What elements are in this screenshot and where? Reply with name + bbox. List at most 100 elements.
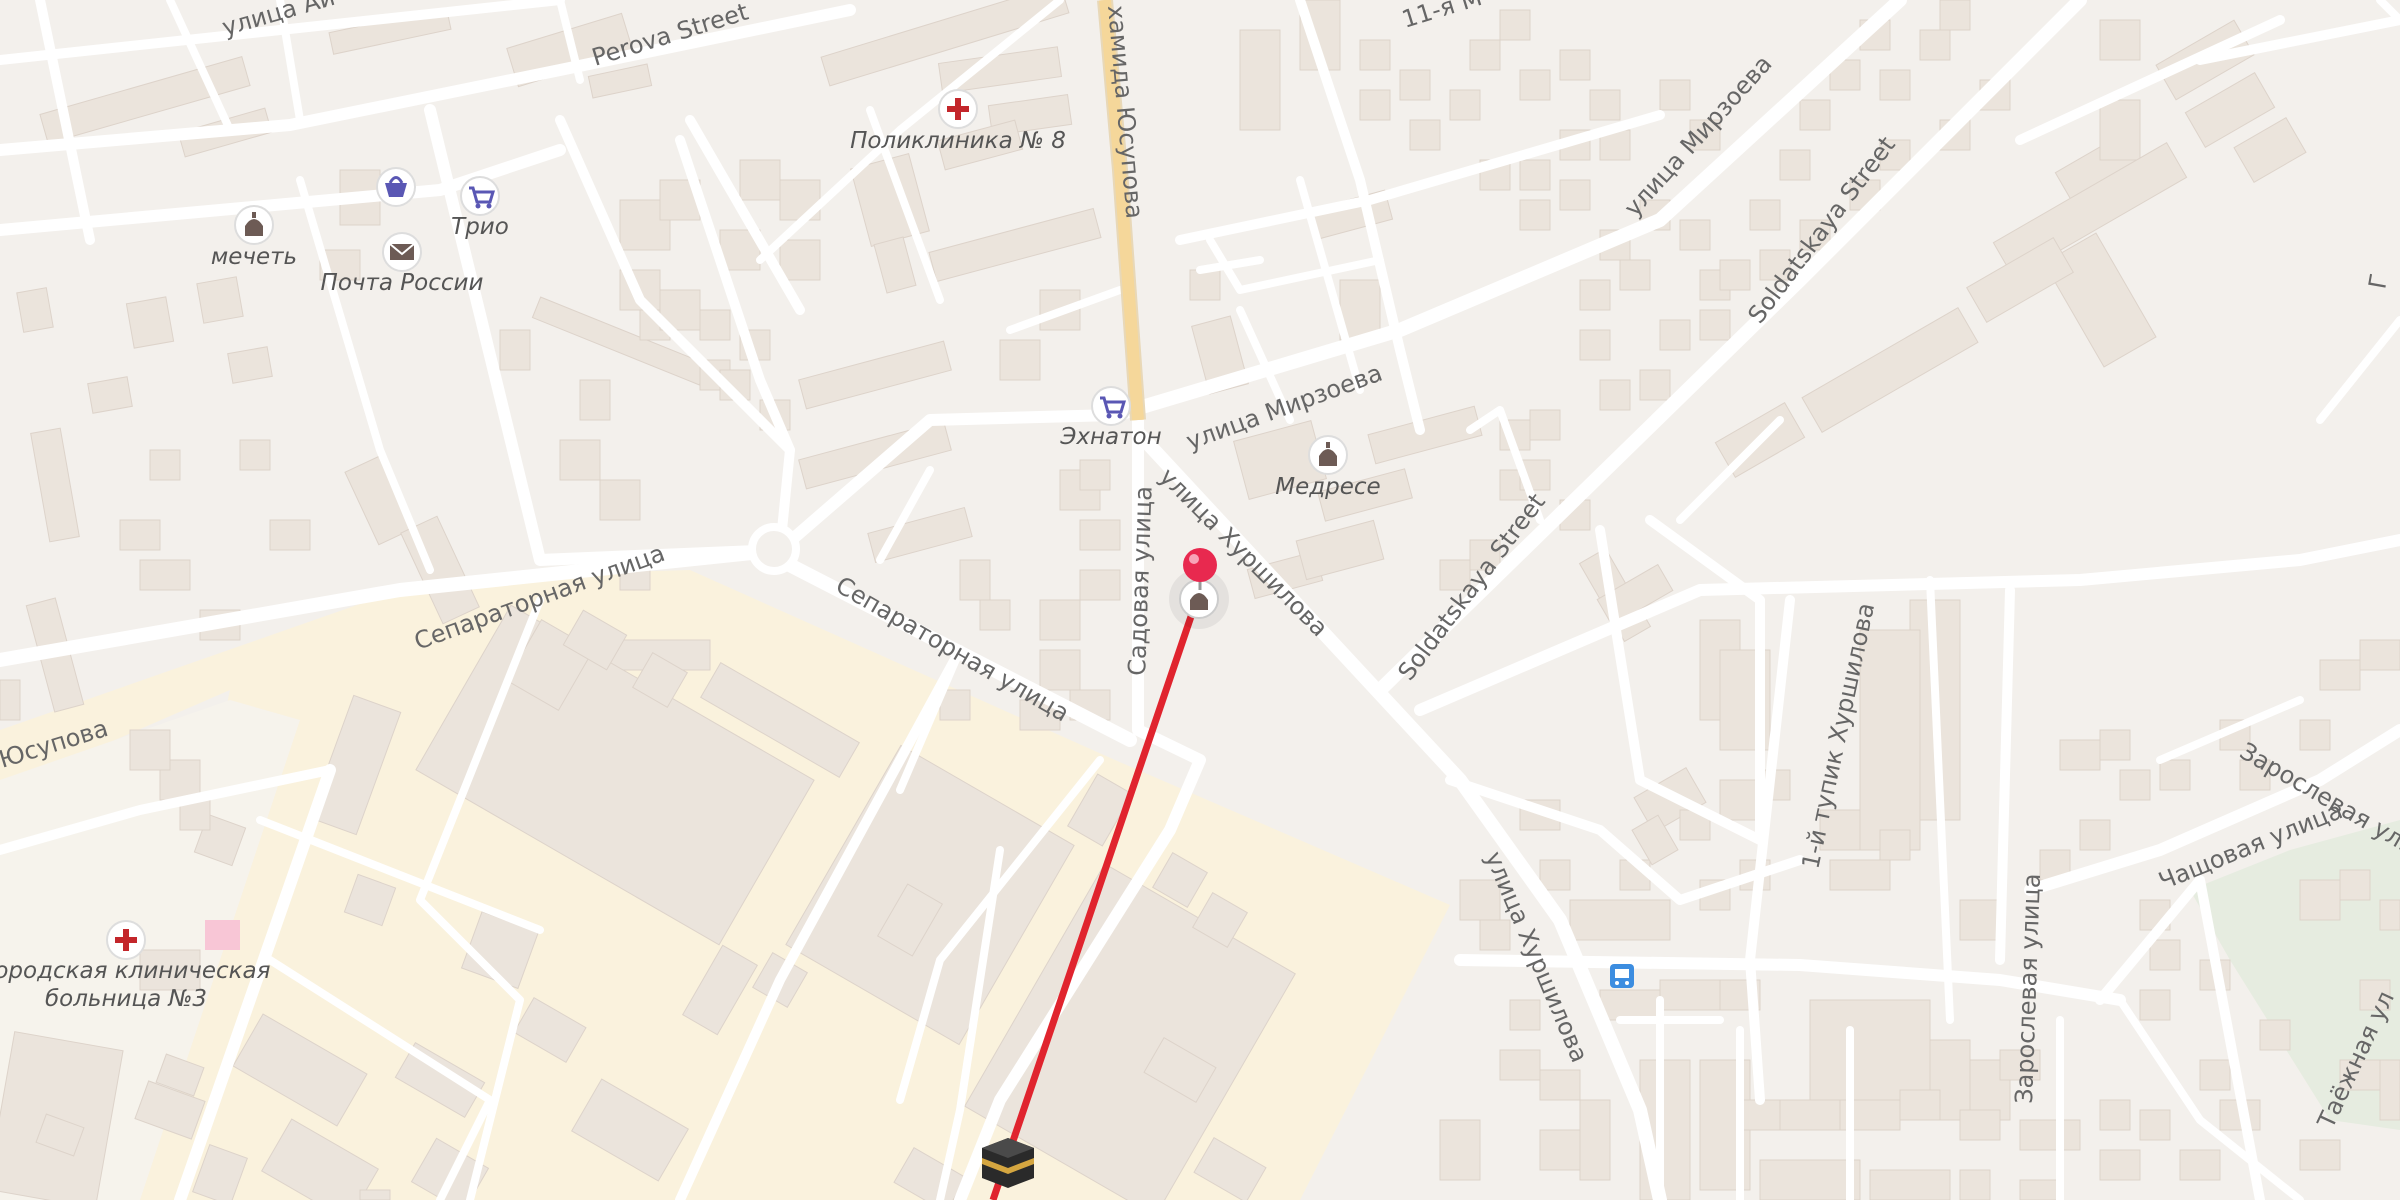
building: [1469, 39, 1501, 71]
kaaba-marker[interactable]: [982, 1138, 1034, 1188]
building: [1039, 599, 1081, 641]
building: [1559, 49, 1591, 81]
poi-label: Поликлиника № 8: [850, 128, 1066, 154]
building: [1899, 1089, 1941, 1121]
building: [2319, 659, 2361, 691]
building: [1959, 1169, 1991, 1200]
building: [1079, 459, 1111, 491]
mosque-icon: [1308, 435, 1348, 475]
building: [2159, 759, 2191, 791]
building: [2119, 769, 2151, 801]
building: [1719, 779, 1761, 821]
poi-label: мечеть: [211, 244, 297, 270]
building: [1449, 89, 1481, 121]
building: [599, 479, 641, 521]
poi-label: Эхнатон: [1059, 424, 1161, 450]
bus-stop[interactable]: [1610, 964, 1634, 988]
poi-label: Медресе: [1275, 474, 1380, 500]
building: [2099, 99, 2141, 161]
building: [1859, 629, 1921, 851]
shopping-cart-icon: [1091, 386, 1131, 426]
building: [1719, 259, 1751, 291]
building: [1039, 649, 1081, 691]
building: [959, 559, 991, 601]
building: [559, 439, 601, 481]
building: [699, 309, 731, 341]
pink-zone: [205, 920, 240, 950]
building: [1239, 29, 1281, 131]
building: [16, 287, 54, 333]
building: [1639, 369, 1671, 401]
building: [1579, 279, 1611, 311]
building: [1599, 989, 1661, 1021]
building: [1499, 1049, 1541, 1081]
building: [1509, 999, 1541, 1031]
building: [1529, 409, 1561, 441]
shopping-cart-icon: [460, 176, 500, 216]
building: [1799, 99, 1831, 131]
building: [1919, 29, 1951, 61]
building: [1879, 829, 1911, 861]
building: [2299, 719, 2331, 751]
building: [227, 346, 273, 384]
building: [499, 329, 531, 371]
building: [779, 239, 821, 281]
medical-cross-icon: [938, 89, 978, 129]
map-canvas[interactable]: улица Ай Perova Street хамида Юсупова 11…: [0, 0, 2400, 1200]
building: [1659, 979, 1721, 1011]
building: [2149, 939, 2181, 971]
building: [1679, 219, 1711, 251]
building: [1409, 119, 1441, 151]
building: [2099, 729, 2131, 761]
building: [1869, 1169, 1951, 1200]
building: [0, 679, 21, 721]
building: [139, 559, 191, 591]
building: [1749, 199, 1781, 231]
building: [2139, 989, 2171, 1021]
building: [999, 339, 1041, 381]
building: [2099, 19, 2141, 61]
building: [129, 729, 171, 771]
building: [2379, 899, 2400, 931]
building: [1189, 269, 1221, 301]
building: [1939, 0, 1971, 31]
building: [1699, 309, 1731, 341]
building: [1959, 899, 2001, 941]
building: [1619, 259, 1651, 291]
medical-cross-icon: [106, 920, 146, 960]
bus-stop-icon: [1610, 964, 1634, 988]
building: [149, 449, 181, 481]
building: [2359, 639, 2400, 671]
poi-label: Трио: [451, 214, 509, 240]
building: [1759, 1159, 1861, 1200]
building: [1499, 9, 1531, 41]
poi-shop-basket[interactable]: [376, 167, 416, 207]
building: [2019, 1119, 2081, 1151]
shopping-basket-icon: [376, 167, 416, 207]
building: [1079, 569, 1121, 601]
building: [1519, 69, 1551, 101]
building: [87, 376, 133, 414]
building: [2339, 869, 2371, 901]
building: [2179, 1149, 2221, 1181]
poi-label: Городская клиническая: [0, 958, 271, 984]
building: [2199, 1059, 2231, 1091]
building: [1779, 1099, 1841, 1131]
building: [1779, 149, 1811, 181]
building: [196, 276, 244, 324]
building: [2139, 1109, 2171, 1141]
building: [579, 379, 611, 421]
map-view[interactable]: улица Ай Perova Street хамида Юсупова 11…: [0, 0, 2400, 1200]
building: [2099, 1149, 2141, 1181]
building: [1599, 379, 1631, 411]
building: [739, 159, 781, 201]
building: [1359, 89, 1391, 121]
building: [1539, 859, 1571, 891]
building: [269, 519, 311, 551]
building: [1959, 1109, 2001, 1141]
building: [239, 439, 271, 471]
roundabout: [748, 523, 800, 575]
building: [1809, 999, 1931, 1101]
building: [2099, 1099, 2131, 1131]
building: [1479, 919, 1511, 951]
